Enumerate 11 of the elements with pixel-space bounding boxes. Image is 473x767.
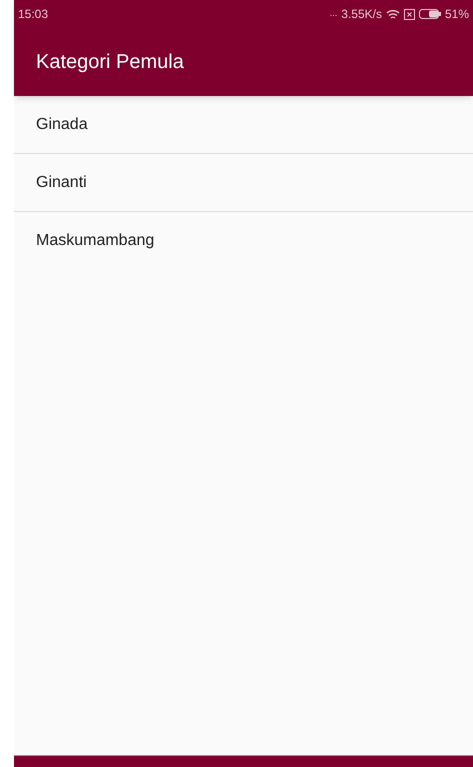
list-item[interactable]: Ginanti: [14, 154, 473, 212]
list-item[interactable]: Ginada: [14, 96, 473, 154]
signal-dots: ...: [330, 7, 338, 20]
app-title: Kategori Pemula: [36, 50, 184, 75]
network-speed: 3.55K/s: [341, 6, 382, 23]
battery-icon: [418, 9, 441, 19]
list-item[interactable]: Maskumambang: [14, 212, 473, 270]
sim-icon: [404, 8, 415, 20]
status-time: 15:03: [18, 6, 48, 23]
wifi-icon: [386, 8, 400, 20]
battery-percent: 51%: [444, 6, 469, 23]
